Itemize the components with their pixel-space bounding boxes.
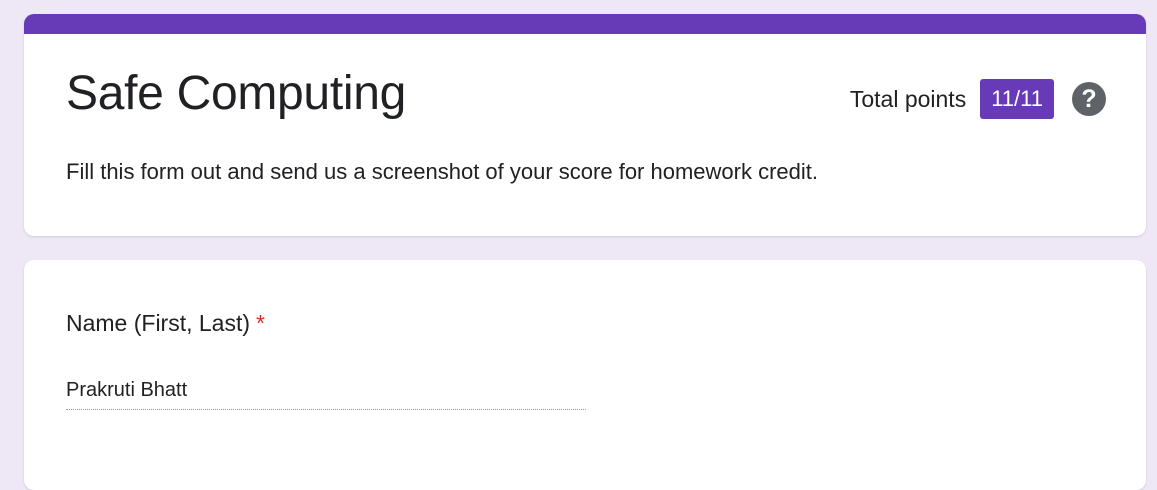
question-title: Name (First, Last) *: [66, 308, 265, 338]
header-accent-bar: [24, 14, 1146, 34]
form-header-card: Safe Computing Total points 11/11 ? Fill…: [24, 14, 1146, 236]
total-points-label: Total points: [849, 85, 967, 112]
score-badge: 11/11: [980, 79, 1054, 119]
question-label: Name (First, Last): [66, 310, 251, 336]
score-area: Total points 11/11 ?: [850, 79, 1106, 119]
question-card: Name (First, Last) * Prakruti Bhatt: [24, 260, 1146, 490]
help-circle-icon[interactable]: ?: [1072, 82, 1106, 116]
form-description: Fill this form out and send us a screens…: [66, 159, 818, 184]
name-answer-field: Prakruti Bhatt: [66, 377, 586, 410]
form-title: Safe Computing: [66, 67, 407, 120]
required-marker: *: [256, 310, 265, 336]
name-answer-value: Prakruti Bhatt: [66, 379, 188, 401]
